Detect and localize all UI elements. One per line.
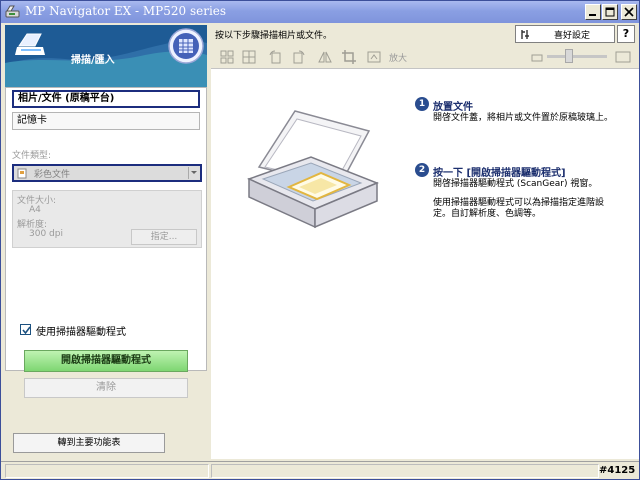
settings-body: 相片/文件 (原稿平台) 記憶卡 文件類型: 彩色文件 文件大小: A4 解析度… xyxy=(5,87,207,398)
clear-button[interactable]: 清除 xyxy=(24,378,188,398)
zoom-slider-thumb[interactable] xyxy=(565,49,573,63)
source-item-platen[interactable]: 相片/文件 (原稿平台) xyxy=(12,90,200,108)
preferences-icon xyxy=(521,30,529,39)
minimize-icon xyxy=(589,14,596,16)
resolution-value: 300 dpi xyxy=(29,229,63,239)
maximize-icon xyxy=(605,7,615,17)
close-icon xyxy=(624,7,634,17)
step-1-description: 開啓文件蓋，將相片或文件置於原稿玻璃上。 xyxy=(433,113,613,124)
document-size-value: A4 xyxy=(29,205,41,215)
step-2-desc-line: 使用掃描器驅動程式可以為掃描指定進階設 xyxy=(433,198,605,208)
main-menu-round-icon[interactable] xyxy=(167,27,205,65)
use-driver-checkbox[interactable] xyxy=(20,324,31,335)
image-toolbar: 放大 xyxy=(211,45,639,69)
source-item-memory-card[interactable]: 記憶卡 xyxy=(12,112,200,130)
document-type-select[interactable]: 彩色文件 xyxy=(12,164,202,182)
step-2-title: 按一下 [開啟掃描器驅動程式] xyxy=(433,168,566,179)
step-2-desc-line: 定。自訂解析度、色調等。 xyxy=(433,209,542,219)
mirror-icon[interactable] xyxy=(317,49,333,65)
help-button[interactable]: ? xyxy=(617,25,635,43)
status-pane-right xyxy=(211,464,599,478)
size-resolution-box: 文件大小: A4 解析度: 300 dpi 指定... xyxy=(12,190,202,248)
status-pane-left xyxy=(5,464,209,478)
mode-header: 掃描/匯入 xyxy=(5,25,207,73)
chevron-down-icon[interactable] xyxy=(188,167,199,179)
thumbnail-view-icon[interactable] xyxy=(219,49,235,65)
preferences-label: 喜好設定 xyxy=(554,31,591,41)
zoom-slider-track[interactable] xyxy=(547,55,607,58)
open-scanner-driver-button[interactable]: 開啟掃描器驅動程式 xyxy=(24,350,188,372)
step-2-desc-line: 開啓掃描器驅動程式 (ScanGear) 視窗。 xyxy=(433,179,598,189)
checkmark-icon xyxy=(22,326,31,335)
maximize-button[interactable] xyxy=(602,4,618,20)
zoom-label: 放大 xyxy=(389,54,408,64)
zoom-in-large-icon[interactable] xyxy=(615,49,631,65)
step-2-number: 2 xyxy=(415,163,429,177)
scanner-illustration xyxy=(246,110,379,229)
step-2-desc-spacer xyxy=(433,190,604,198)
zoom-out-small-icon[interactable] xyxy=(529,49,545,65)
app-window: MP Navigator EX - MP520 series 掃描/匯入 相片/… xyxy=(0,0,640,480)
zoom-in-icon[interactable] xyxy=(367,49,383,65)
window-title: MP Navigator EX - MP520 series xyxy=(25,4,227,18)
left-panel: 掃描/匯入 相片/文件 (原稿平台) 記憶卡 文件類型: 彩色文件 文件大小: … xyxy=(5,25,207,459)
preview-canvas: 1 放置文件 開啓文件蓋，將相片或文件置於原稿玻璃上。 2 按一下 [開啟掃描器… xyxy=(211,69,639,459)
scanner-app-icon xyxy=(5,5,20,18)
use-driver-label: 使用掃描器驅動程式 xyxy=(36,327,126,338)
instruction-text: 按以下步驟掃描相片或文件。 xyxy=(215,31,333,41)
scanner-mode-icon xyxy=(15,33,45,55)
step-1-number: 1 xyxy=(415,97,429,111)
crop-icon[interactable] xyxy=(341,49,357,65)
watermark-label: #4125 xyxy=(599,465,636,476)
close-button[interactable] xyxy=(621,4,637,20)
mode-label: 掃描/匯入 xyxy=(71,55,115,66)
instruction-bar: 按以下步驟掃描相片或文件。 喜好設定 ? xyxy=(211,23,639,45)
step-2-description: 開啓掃描器驅動程式 (ScanGear) 視窗。 使用掃描器驅動程式可以為掃描指… xyxy=(433,179,604,220)
document-type-label: 文件類型: xyxy=(12,151,52,161)
step-1-title: 放置文件 xyxy=(433,102,473,113)
specify-button[interactable]: 指定... xyxy=(131,229,197,245)
rotate-right-icon[interactable] xyxy=(291,49,307,65)
document-icon xyxy=(17,168,27,179)
document-type-value: 彩色文件 xyxy=(34,170,71,180)
go-to-main-menu-button[interactable]: 轉到主要功能表 xyxy=(13,433,165,453)
rotate-left-icon[interactable] xyxy=(267,49,283,65)
preferences-button[interactable]: 喜好設定 xyxy=(515,25,615,43)
grid-view-icon[interactable] xyxy=(241,49,257,65)
header-strip xyxy=(5,73,207,87)
step-1-desc-line: 開啓文件蓋，將相片或文件置於原稿玻璃上。 xyxy=(433,113,614,123)
minimize-button[interactable] xyxy=(585,4,601,20)
title-bar[interactable]: MP Navigator EX - MP520 series xyxy=(1,1,639,23)
status-bar xyxy=(1,461,639,479)
